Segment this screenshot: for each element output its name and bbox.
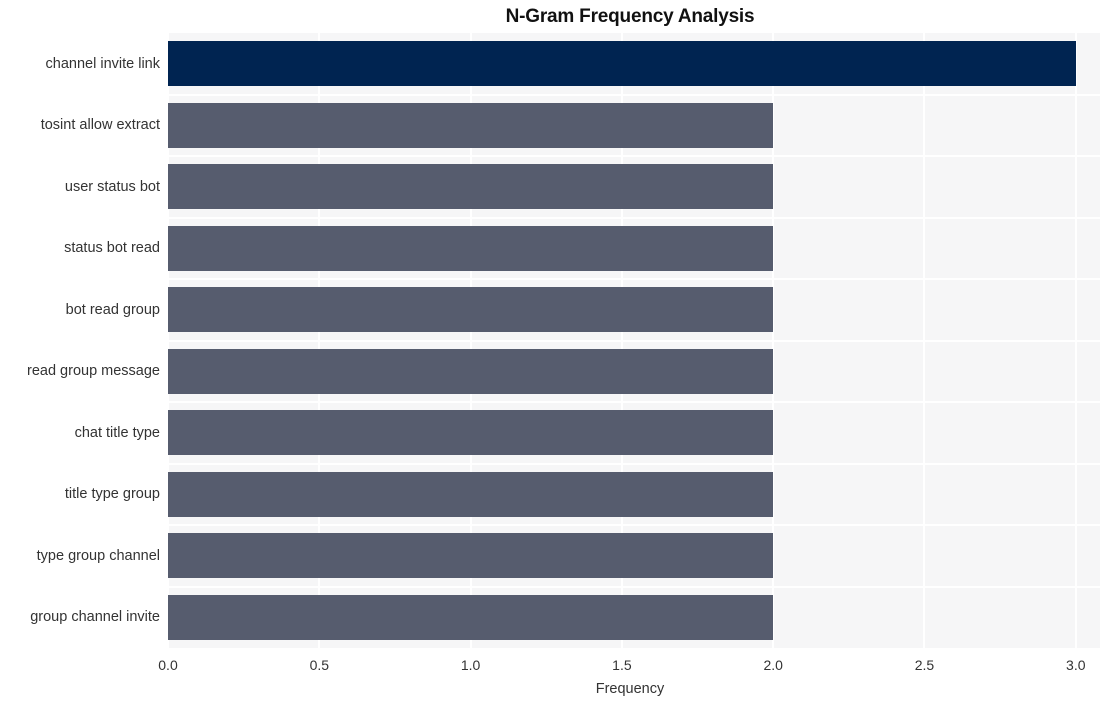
y-gridline <box>168 278 1100 280</box>
y-axis-tick-label: user status bot <box>64 178 160 195</box>
bar[interactable] <box>168 533 774 579</box>
y-gridline <box>168 401 1100 403</box>
y-gridline <box>168 524 1100 526</box>
y-axis-tick-label: chat title type <box>74 424 160 441</box>
x-axis-tick-label: 1.5 <box>612 657 632 673</box>
x-axis: Frequency 0.0 0.5 1.0 1.5 2.0 2.5 3.0 <box>0 648 1107 701</box>
x-axis-tick-label: 3.0 <box>1066 657 1086 673</box>
bar[interactable] <box>168 410 774 456</box>
y-axis-tick-labels: channel invite link tosint allow extract u… <box>0 33 160 648</box>
y-axis-tick-label: tosint allow extract <box>40 117 160 134</box>
bar[interactable] <box>168 41 1076 87</box>
plot-area <box>168 33 1100 648</box>
chart-figure: N-Gram Frequency Analysis channel invite… <box>0 0 1107 701</box>
y-gridline <box>168 93 1100 96</box>
y-axis-tick-label: status bot read <box>64 240 160 257</box>
bar[interactable] <box>168 594 774 640</box>
x-axis-tick-label: 1.0 <box>460 657 481 673</box>
x-axis-tick-label: 0.5 <box>309 657 330 673</box>
y-axis-tick-label: read group message <box>27 363 160 380</box>
bar[interactable] <box>168 164 774 210</box>
y-axis-tick-label: type group channel <box>36 547 160 564</box>
y-axis-tick-label: title type group <box>64 486 160 503</box>
x-axis-label: Frequency <box>595 681 665 697</box>
y-gridline <box>168 216 1100 219</box>
y-gridline <box>168 339 1100 342</box>
bar[interactable] <box>168 348 774 394</box>
y-gridline <box>168 155 1100 157</box>
x-axis-tick-label: 2.0 <box>763 657 783 673</box>
y-gridline <box>168 585 1100 588</box>
bar[interactable] <box>168 287 774 333</box>
y-axis-tick-label: channel invite link <box>45 55 160 72</box>
y-gridline <box>168 462 1100 465</box>
chart-title: N-Gram Frequency Analysis <box>505 6 755 27</box>
bar[interactable] <box>168 471 774 517</box>
x-axis-tick-label: 2.5 <box>914 657 935 673</box>
bar[interactable] <box>168 102 774 148</box>
y-axis-tick-label: group channel invite <box>30 609 160 626</box>
y-axis-tick-label: bot read group <box>65 301 160 318</box>
x-axis-tick-label: 0.0 <box>158 657 178 673</box>
bar[interactable] <box>168 225 774 271</box>
